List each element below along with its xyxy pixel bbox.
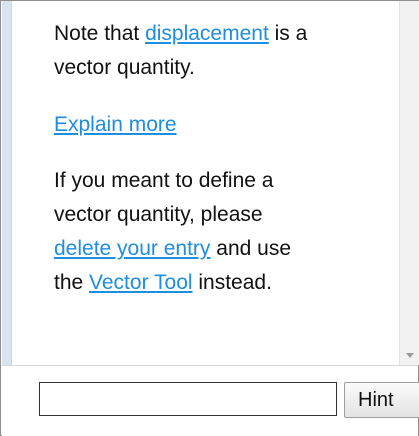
explain-more-link[interactable]: Explain more — [54, 113, 177, 136]
message-line-2: vector quantity. — [54, 56, 195, 79]
hint-button[interactable]: Hint — [344, 382, 419, 418]
hint-panel: Note that displacement is a vector quant… — [0, 0, 419, 436]
message-text: the — [54, 271, 90, 294]
vector-tool-link[interactable]: Vector Tool — [89, 271, 193, 294]
delete-entry-link[interactable]: delete your entry — [54, 237, 210, 260]
message-line-5: delete your entry and use — [54, 232, 399, 266]
chevron-down-icon — [405, 352, 414, 358]
message-line-1: Note that displacement is a — [54, 17, 399, 51]
displacement-link[interactable]: displacement — [145, 22, 269, 45]
feedback-message: Note that displacement is a vector quant… — [54, 17, 399, 300]
answer-input[interactable] — [39, 382, 337, 416]
message-line-4: vector quantity, please — [54, 203, 263, 226]
answer-bar: Hint — [2, 365, 419, 436]
message-text: instead. — [192, 271, 272, 294]
message-text: and use — [210, 237, 292, 260]
scroll-down-button[interactable] — [400, 345, 419, 365]
message-line-3: If you meant to define a — [54, 169, 274, 192]
message-text: is a — [268, 22, 308, 45]
message-line-6: the Vector Tool instead. — [54, 266, 399, 300]
vertical-scrollbar[interactable] — [399, 1, 419, 365]
explain-line: Explain more — [54, 108, 399, 142]
message-text: Note that — [54, 22, 146, 45]
left-accent-strip — [2, 1, 12, 365]
